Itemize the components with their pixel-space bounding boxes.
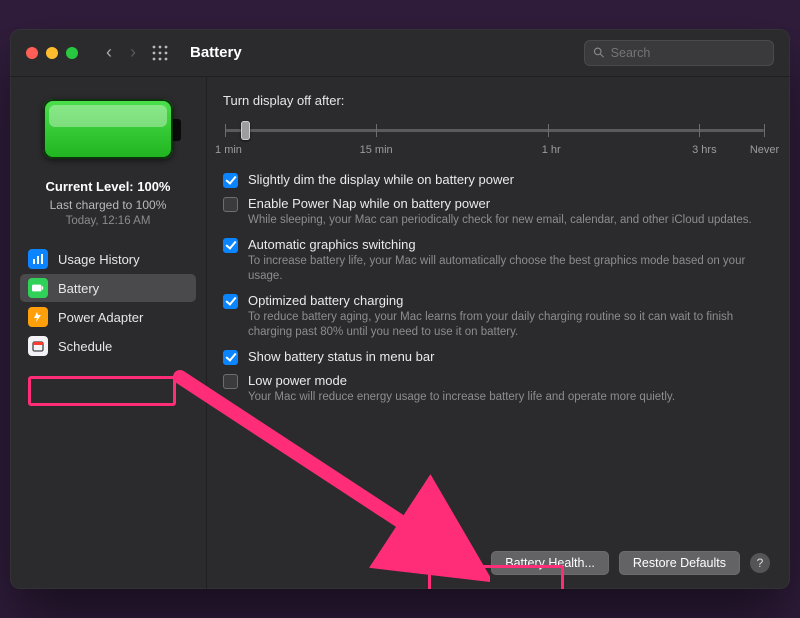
battery-health-button[interactable]: Battery Health... [491, 551, 609, 575]
main-panel: Turn display off after: 1 min 15 min 1 h… [206, 77, 790, 589]
sidebar-item-label: Battery [58, 281, 99, 296]
checkbox[interactable] [223, 197, 238, 212]
calendar-icon [28, 336, 48, 356]
option-dim-display[interactable]: Slightly dim the display while on batter… [223, 172, 770, 188]
forward-button[interactable]: › [130, 42, 136, 63]
sidebar-list: Usage History Battery Power Adapter Sche… [20, 245, 196, 360]
plug-icon [28, 307, 48, 327]
titlebar: ‹ › Battery [10, 29, 790, 77]
checkbox[interactable] [223, 173, 238, 188]
sidebar-item-power-adapter[interactable]: Power Adapter [20, 303, 196, 331]
minimize-window[interactable] [46, 47, 58, 59]
slider-thumb[interactable] [241, 121, 250, 140]
options-list: Slightly dim the display while on batter… [223, 172, 770, 405]
sidebar-item-usage-history[interactable]: Usage History [20, 245, 196, 273]
chart-bar-icon [28, 249, 48, 269]
preferences-window: ‹ › Battery Current Level: 100% Last cha… [10, 29, 790, 589]
checkbox[interactable] [223, 350, 238, 365]
back-button[interactable]: ‹ [106, 42, 112, 63]
search-icon [593, 46, 605, 59]
option-low-power[interactable]: Low power mode Your Mac will reduce ener… [223, 373, 770, 406]
restore-defaults-button[interactable]: Restore Defaults [619, 551, 740, 575]
battery-hero-icon [43, 99, 173, 159]
zoom-window[interactable] [66, 47, 78, 59]
checkbox[interactable] [223, 238, 238, 253]
checkbox[interactable] [223, 294, 238, 309]
battery-icon [28, 278, 48, 298]
search-field[interactable] [584, 40, 774, 66]
help-button[interactable]: ? [750, 553, 770, 573]
sidebar-item-schedule[interactable]: Schedule [20, 332, 196, 360]
window-controls [26, 47, 78, 59]
battery-status: Current Level: 100% Last charged to 100%… [46, 179, 171, 227]
footer-buttons: Battery Health... Restore Defaults ? [491, 551, 770, 575]
option-auto-graphics[interactable]: Automatic graphics switching To increase… [223, 237, 770, 285]
checkbox[interactable] [223, 374, 238, 389]
display-off-slider[interactable]: 1 min 15 min 1 hr 3 hrs Never [223, 118, 770, 158]
show-all-icon[interactable] [152, 45, 168, 61]
nav-arrows: ‹ › [106, 42, 136, 63]
sidebar-item-label: Schedule [58, 339, 112, 354]
window-title: Battery [190, 44, 242, 61]
option-menu-bar[interactable]: Show battery status in menu bar [223, 349, 770, 365]
option-power-nap[interactable]: Enable Power Nap while on battery power … [223, 196, 770, 229]
sidebar-item-battery[interactable]: Battery [20, 274, 196, 302]
option-optimized-charging[interactable]: Optimized battery charging To reduce bat… [223, 293, 770, 341]
last-charged: Last charged to 100% [46, 198, 171, 212]
sidebar: Current Level: 100% Last charged to 100%… [10, 77, 206, 589]
close-window[interactable] [26, 47, 38, 59]
sidebar-item-label: Power Adapter [58, 310, 143, 325]
sidebar-item-label: Usage History [58, 252, 140, 267]
current-level: Current Level: 100% [46, 179, 171, 194]
slider-label: Turn display off after: [223, 93, 770, 108]
search-input[interactable] [611, 46, 765, 60]
last-time: Today, 12:16 AM [46, 215, 171, 227]
slider-tick-labels: 1 min 15 min 1 hr 3 hrs Never [223, 144, 770, 158]
